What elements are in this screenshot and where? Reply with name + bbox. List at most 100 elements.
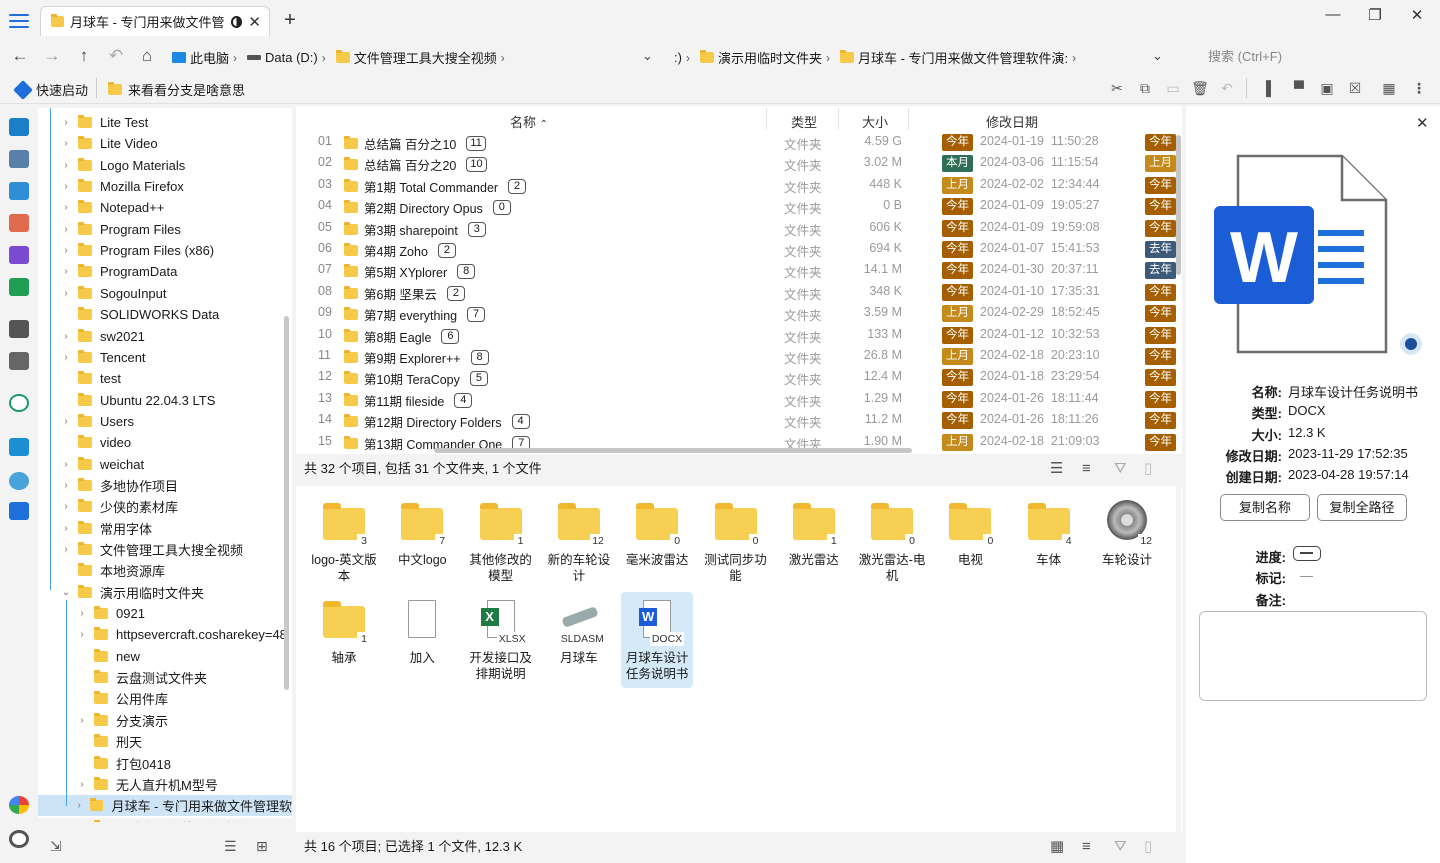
column-type-header[interactable]: 类型 [791, 112, 817, 131]
tree-item[interactable]: 刑天 [38, 731, 292, 752]
colorful-app-icon[interactable] [9, 796, 29, 814]
filter-icon[interactable]: ⛛ [1114, 456, 1127, 482]
tree-item[interactable]: test [38, 368, 292, 389]
tree-item[interactable]: › sw2021 [38, 326, 292, 347]
tree-item[interactable]: › Program Files [38, 219, 292, 240]
tree-item[interactable]: 公用件库 [38, 688, 292, 709]
file-tile[interactable]: 12 车轮设计 [1091, 494, 1163, 574]
table-row[interactable]: 01 总结篇 百分之10 11 文件夹 4.59 G 今年 2024-01-19… [296, 134, 1176, 155]
monitor-icon[interactable] [9, 438, 29, 456]
chevron-icon[interactable]: ⌄ [60, 587, 72, 598]
layout-grid-icon[interactable]: ▦ [1380, 80, 1398, 96]
folder-tile[interactable]: 0 电视 [934, 494, 1006, 574]
chevron-icon[interactable]: › [76, 779, 88, 790]
indent-icon[interactable]: ☰ [224, 838, 237, 855]
tree-item[interactable]: › 月球车 - 专门用来做文件管理软 [38, 795, 292, 817]
paste-icon[interactable]: ▭ [1164, 80, 1182, 96]
folder-tile[interactable]: 12 新的车轮设计 [543, 494, 615, 590]
table-row[interactable]: 13 第11期 fileside 4 文件夹 1.29 M 今年 2024-01… [296, 390, 1176, 412]
cut-icon[interactable]: ✂ [1108, 80, 1126, 96]
documents-icon[interactable] [9, 150, 29, 168]
chevron-icon[interactable]: › [60, 501, 72, 512]
drive-d-icon[interactable] [9, 352, 29, 370]
tree-item[interactable]: › 文件管理工具大搜全视频 [38, 539, 292, 560]
sort-icon[interactable]: ≡ [1082, 456, 1091, 482]
chevron-icon[interactable]: › [60, 523, 72, 534]
maximize-button[interactable]: ❐ [1360, 6, 1390, 26]
chevron-icon[interactable]: › [60, 416, 72, 427]
collapse-all-icon[interactable]: ⇲ [50, 838, 62, 855]
tree-item[interactable]: › 0921 [38, 603, 292, 624]
grid-view-icon[interactable]: ▦ [1050, 834, 1064, 860]
up-button[interactable]: ↑ [74, 46, 94, 66]
folder-tile[interactable]: 0 测试同步功能 [700, 494, 772, 590]
tree-item[interactable]: › Notepad++ [38, 197, 292, 218]
chevron-icon[interactable]: › [74, 800, 85, 811]
table-row[interactable]: 14 第12期 Directory Folders 4 文件夹 11.2 M 今… [296, 412, 1176, 433]
breadcrumb-item[interactable]: 演示用临时文件夹 [718, 48, 822, 67]
close-pane-icon[interactable]: ☒ [1346, 80, 1364, 96]
chevron-icon[interactable]: › [60, 224, 72, 235]
quick-launch-button[interactable]: 快速启动 [13, 79, 88, 100]
tag-value[interactable]: — [1300, 568, 1313, 583]
forward-button[interactable]: → [42, 46, 62, 66]
breadcrumb-item[interactable]: :) [674, 50, 682, 65]
folder-tile[interactable]: 7 中文logo [386, 494, 458, 574]
progress-toggle[interactable] [1293, 546, 1321, 561]
tree-view-icon[interactable]: ⊞ [256, 838, 268, 855]
chevron-icon[interactable]: › [76, 608, 88, 619]
sort-icon[interactable]: ≡ [1082, 834, 1091, 860]
tree-item[interactable]: 打包0418 [38, 753, 292, 774]
undo-icon[interactable]: ↶ [1218, 80, 1236, 96]
tree-item[interactable]: › Lite Video [38, 133, 292, 154]
more-icon[interactable]: ⋮ [1410, 80, 1428, 96]
theme-toggle-icon[interactable] [231, 15, 243, 28]
tree-item[interactable]: › Lite Test [38, 112, 292, 133]
folder-tile[interactable]: 0 毫米波雷达 [621, 494, 693, 574]
gear-icon[interactable] [9, 830, 29, 848]
tree-scrollbar[interactable] [284, 316, 289, 690]
chevron-down-icon[interactable]: ⌄ [642, 48, 653, 64]
breadcrumb-item[interactable]: 文件管理工具大搜全视频 [354, 48, 497, 67]
close-window-button[interactable]: ✕ [1402, 6, 1432, 26]
table-row[interactable]: 11 第9期 Explorer++ 8 文件夹 26.8 M 上月 2024-0… [296, 348, 1176, 369]
tree-item[interactable]: › Users [38, 411, 292, 432]
table-row[interactable]: 12 第10期 TeraCopy 5 文件夹 12.4 M 今年 2024-01… [296, 369, 1176, 390]
filter-icon[interactable]: ⛛ [1114, 834, 1127, 860]
top-pane-icon[interactable]: ▀ [1290, 80, 1308, 96]
tree-item[interactable]: new [38, 646, 292, 667]
folder-tile[interactable]: 3 logo-英文版本 [308, 494, 380, 590]
folder-tile[interactable]: 1 激光雷达 [778, 494, 850, 574]
chevron-icon[interactable]: › [60, 480, 72, 491]
preview-icon[interactable]: ▯ [1144, 456, 1152, 482]
tree-item[interactable]: 云盘测试文件夹 [38, 667, 292, 688]
chevron-down-icon[interactable]: ⌄ [1152, 48, 1163, 64]
chevron-icon[interactable]: › [60, 352, 72, 363]
tree-item[interactable]: › SogouInput [38, 283, 292, 304]
details-view-icon[interactable]: ☰ [1050, 456, 1063, 482]
file-tile[interactable]: X XLSX 开发接口及排期说明 [465, 592, 537, 688]
table-row[interactable]: 04 第2期 Directory Opus 0 文件夹 0 B 今年 2024-… [296, 198, 1176, 219]
pictures-icon[interactable] [9, 182, 29, 200]
tree-item[interactable]: › 分支演示 [38, 710, 292, 731]
file-tile[interactable]: SLDASM 月球车 [543, 592, 615, 672]
tree-item[interactable]: › weichat [38, 454, 292, 475]
chevron-icon[interactable]: › [60, 138, 72, 149]
drive-c-icon[interactable] [9, 320, 29, 338]
desktop-icon[interactable] [9, 118, 29, 136]
table-row[interactable]: 03 第1期 Total Commander 2 文件夹 448 K 上月 20… [296, 176, 1176, 198]
tree-item[interactable]: › Tencent [38, 347, 292, 368]
chevron-icon[interactable]: › [60, 459, 72, 470]
hamburger-menu-icon[interactable] [6, 10, 32, 32]
breadcrumb-item[interactable]: 月球车 - 专门用来做文件管理软件演: [858, 48, 1068, 67]
split-pane-icon[interactable]: ▣ [1318, 80, 1336, 96]
copy-path-button[interactable]: 复制全路径 [1317, 494, 1407, 521]
recycle-bin-icon[interactable] [9, 472, 29, 490]
tree-item[interactable]: › Logo Materials [38, 155, 292, 176]
tree-item[interactable]: › 少侠的素材库 [38, 496, 292, 517]
music-icon[interactable] [9, 214, 29, 232]
tree-item[interactable]: SOLIDWORKS Data [38, 304, 292, 325]
tree-item[interactable]: › 无人直升机M型号 [38, 774, 292, 795]
column-date-header[interactable]: 修改日期 [986, 112, 1038, 131]
notes-textarea[interactable] [1199, 611, 1427, 701]
